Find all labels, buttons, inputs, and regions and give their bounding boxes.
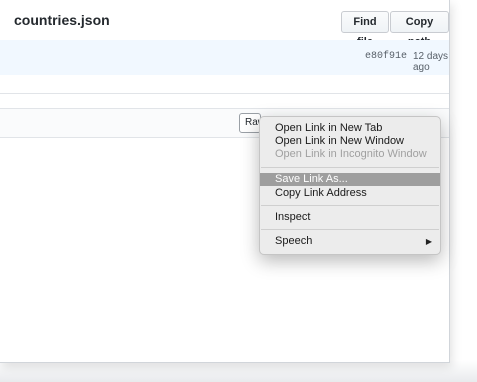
menu-item-speech-label: Speech [275,235,313,247]
commit-sha-link[interactable]: e80f91e [365,51,407,62]
context-menu: Open Link in New Tab Open Link in New Wi… [259,116,441,255]
menu-item-open-new-window[interactable]: Open Link in New Window [260,135,440,148]
file-header: countries.json Find file Copy path [0,0,449,48]
menu-separator [261,167,439,168]
commit-time: 12 days ago [413,51,449,73]
file-name: countries.json [14,12,110,28]
menu-item-open-new-tab[interactable]: Open Link in New Tab [260,122,440,135]
menu-item-inspect[interactable]: Inspect [260,211,440,224]
triangle-right-icon: ▶ [425,237,432,246]
menu-item-save-link-as[interactable]: Save Link As... [260,173,440,186]
page-bottom-shadow [0,360,477,382]
raw-button[interactable]: Raw [239,113,261,133]
find-file-button[interactable]: Find file [341,11,389,48]
menu-item-open-incognito: Open Link in Incognito Window [275,148,427,160]
menu-item-copy-link-address[interactable]: Copy Link Address [260,187,440,200]
menu-separator [261,229,439,230]
menu-item-speech[interactable]: Speech ▶ [260,235,440,248]
copy-path-button[interactable]: Copy path [390,11,449,48]
contributors-bar [0,75,449,94]
menu-separator [261,205,439,206]
latest-commit-bar: e80f91e 12 days ago [0,40,449,76]
